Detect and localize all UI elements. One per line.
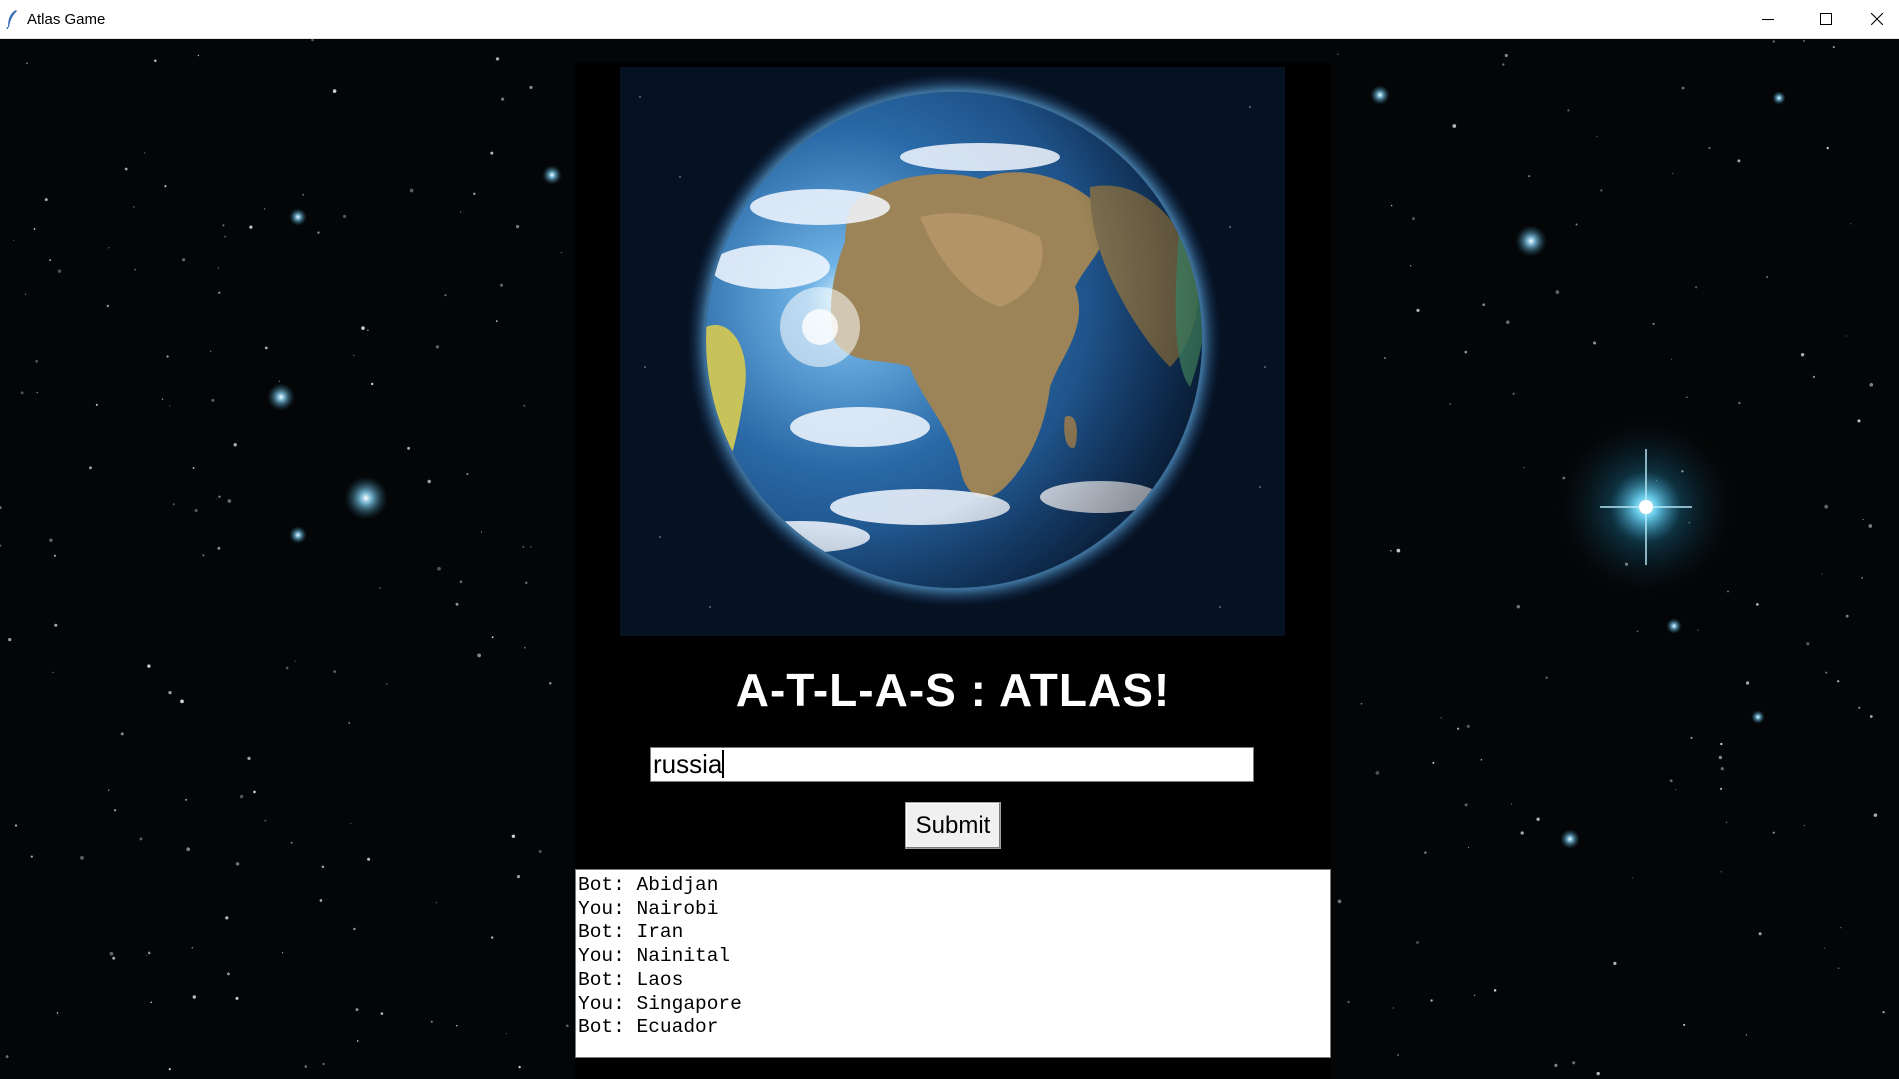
log-line: Bot: Laos [578,968,684,991]
minimize-icon [1762,19,1774,20]
app-frame: A-T-L-A-S : ATLAS! russia Submit Bot: Ab… [575,63,1331,1079]
close-button[interactable] [1855,0,1899,38]
game-title: A-T-L-A-S : ATLAS! [735,664,1171,716]
maximize-icon [1820,13,1832,25]
log-line: Bot: Iran [578,921,684,944]
window-title: Atlas Game [27,11,106,28]
log-line: Bot: Ecuador [578,1016,719,1039]
title-bar: Atlas Game [0,0,1899,39]
log-line: Bot: Abidjan [578,874,719,896]
feather-icon [6,10,17,29]
minimize-button[interactable] [1739,0,1797,38]
maximize-button[interactable] [1797,0,1855,38]
text-caret [722,750,725,778]
city-input-value: russia [653,749,723,779]
submit-button[interactable]: Submit [905,802,1001,849]
earth-image [620,67,1285,636]
close-icon [1871,13,1883,25]
log-line: You: Nairobi [578,897,719,920]
log-line: You: Singapore [578,992,742,1015]
log-line: You: Nainital [578,945,731,968]
globe-icon [639,72,1266,608]
atlas-game-window: Atlas Game A-T-L-A-S: ATLAS! russia Sub… [0,0,1899,1079]
city-input[interactable]: russia [650,747,1254,782]
game-log[interactable]: Bot: Abidjan You: Nairobi Bot: Iran You:… [575,869,1331,1058]
